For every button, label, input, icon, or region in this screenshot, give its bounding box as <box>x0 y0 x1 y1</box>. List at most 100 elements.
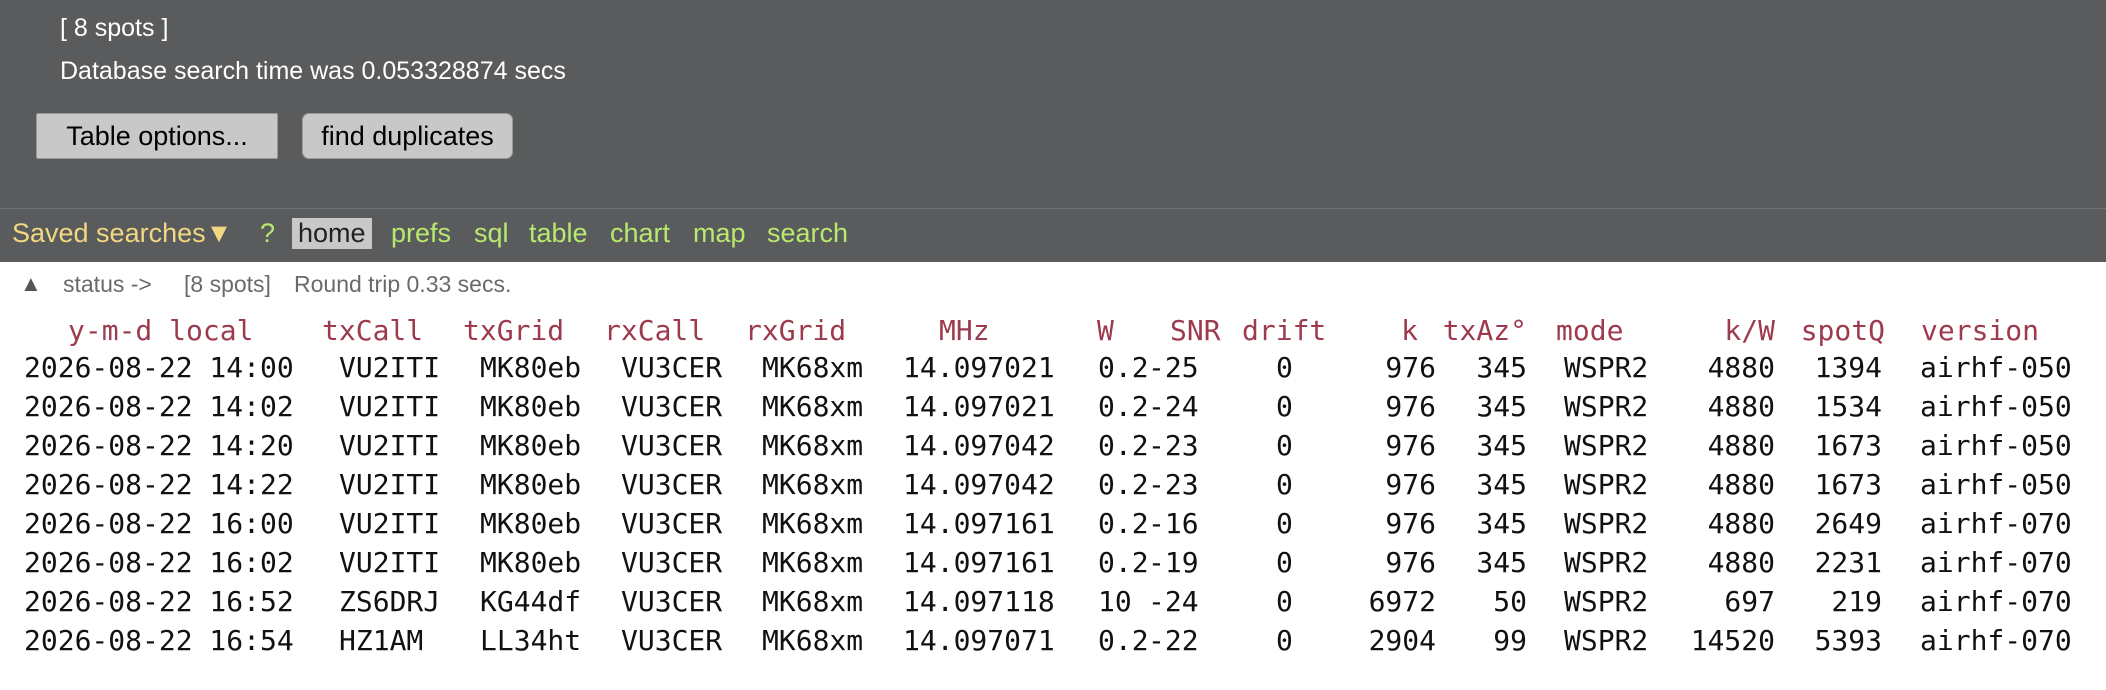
find-duplicates-button[interactable]: find duplicates <box>302 113 513 159</box>
nav-search[interactable]: search <box>767 218 848 249</box>
table-cell: 1673 <box>1814 468 1882 501</box>
table-cell: 976 <box>1385 546 1436 579</box>
status-round-trip: Round trip 0.33 secs. <box>294 271 512 297</box>
table-cell: VU3CER <box>621 624 723 657</box>
table-row: 2026-08-22 16:02 VU2ITI MK80eb VU3CER MK68xm… <box>0 546 2106 585</box>
saved-searches-menu[interactable]: Saved searches▼ <box>12 218 232 249</box>
table-cell: 6972 <box>1368 585 1436 618</box>
column-header[interactable]: rxGrid <box>745 314 846 347</box>
results-summary-panel: [ 8 spots ] Database search time was 0.0… <box>0 0 2106 208</box>
table-options-button[interactable]: Table options... <box>36 113 278 159</box>
table-cell: WSPR2 <box>1564 468 1649 501</box>
collapse-caret-icon[interactable]: ▲ <box>20 271 42 297</box>
table-cell: MK80eb <box>480 429 582 462</box>
table-cell: airhf-050 <box>1920 390 2072 423</box>
table-cell: 0 <box>1276 429 1293 462</box>
table-cell: 1673 <box>1814 429 1882 462</box>
table-cell: LL34ht <box>480 624 582 657</box>
table-cell: WSPR2 <box>1564 351 1649 384</box>
column-header[interactable]: version <box>1921 314 2039 347</box>
table-cell: 2026-08-22 14:00 <box>24 351 294 384</box>
table-cell: MK80eb <box>480 507 582 540</box>
table-cell: VU2ITI <box>339 546 441 579</box>
table-cell: 0.2 <box>1098 546 1149 579</box>
column-header[interactable]: spotQ <box>1801 314 1885 347</box>
nav-bar: Saved searches▼ ? home prefs sql table c… <box>0 208 2106 262</box>
table-cell: 14.097071 <box>903 624 1055 657</box>
table-cell: 0.2 <box>1098 390 1149 423</box>
table-cell: MK68xm <box>762 468 864 501</box>
table-row: 2026-08-22 14:02 VU2ITI MK80eb VU3CER MK68xm… <box>0 390 2106 429</box>
table-cell: 2026-08-22 16:52 <box>24 585 294 618</box>
table-cell: MK68xm <box>762 390 864 423</box>
column-header[interactable]: txCall <box>322 314 423 347</box>
table-row: 2026-08-22 14:00 VU2ITI MK80eb VU3CER MK68xm… <box>0 351 2106 390</box>
table-cell: -24 <box>1148 390 1199 423</box>
table-cell: 14.097161 <box>903 507 1055 540</box>
table-cell: 14.097042 <box>903 468 1055 501</box>
column-header[interactable]: txGrid <box>463 314 564 347</box>
table-cell: VU3CER <box>621 585 723 618</box>
table-cell: 2026-08-22 14:02 <box>24 390 294 423</box>
table-cell: VU2ITI <box>339 390 441 423</box>
table-cell: WSPR2 <box>1564 390 1649 423</box>
table-cell: airhf-050 <box>1920 429 2072 462</box>
table-cell: MK68xm <box>762 429 864 462</box>
table-cell: WSPR2 <box>1564 624 1649 657</box>
status-spots: [8 spots] <box>184 271 271 297</box>
table-cell: VU2ITI <box>339 351 441 384</box>
column-header[interactable]: SNR <box>1170 314 1221 347</box>
table-cell: -16 <box>1148 507 1199 540</box>
nav-table[interactable]: table <box>529 218 588 249</box>
column-header[interactable]: mode <box>1556 314 1623 347</box>
table-cell: -24 <box>1148 585 1199 618</box>
table-cell: VU2ITI <box>339 429 441 462</box>
nav-prefs[interactable]: prefs <box>391 218 451 249</box>
table-cell: 2026-08-22 16:02 <box>24 546 294 579</box>
table-cell: 1534 <box>1814 390 1882 423</box>
column-header[interactable]: k <box>1401 314 1418 347</box>
table-cell: VU3CER <box>621 429 723 462</box>
spot-count: [ 8 spots ] <box>60 14 169 42</box>
table-cell: 0 <box>1276 468 1293 501</box>
table-cell: 14.097021 <box>903 390 1055 423</box>
table-cell: 2231 <box>1814 546 1882 579</box>
table-cell: 2649 <box>1814 507 1882 540</box>
table-cell: 14.097118 <box>903 585 1055 618</box>
column-header[interactable]: drift <box>1242 314 1326 347</box>
column-header[interactable]: y-m-d local <box>68 314 253 347</box>
status-bar: ▲ status -> [8 spots] Round trip 0.33 se… <box>0 261 2106 303</box>
column-header[interactable]: txAz° <box>1443 314 1527 347</box>
table-cell: 2026-08-22 16:00 <box>24 507 294 540</box>
help-link[interactable]: ? <box>260 218 275 249</box>
table-cell: 0 <box>1276 585 1293 618</box>
table-cell: 219 <box>1831 585 1882 618</box>
column-header[interactable]: MHz <box>939 314 990 347</box>
table-cell: VU2ITI <box>339 507 441 540</box>
table-row: 2026-08-22 14:20 VU2ITI MK80eb VU3CER MK68xm… <box>0 429 2106 468</box>
nav-home[interactable]: home <box>292 218 372 249</box>
table-cell: WSPR2 <box>1564 546 1649 579</box>
table-cell: 0.2 <box>1098 624 1149 657</box>
table-cell: 4880 <box>1707 429 1775 462</box>
table-cell: -19 <box>1148 546 1199 579</box>
table-cell: -25 <box>1148 351 1199 384</box>
nav-map[interactable]: map <box>693 218 746 249</box>
table-cell: airhf-070 <box>1920 546 2072 579</box>
table-cell: KG44df <box>480 585 582 618</box>
nav-sql[interactable]: sql <box>474 218 509 249</box>
table-header-row: y-m-d local txCall txGrid rxCall rxGrid MHz W S… <box>0 312 2106 351</box>
table-cell: VU3CER <box>621 468 723 501</box>
table-row: 2026-08-22 16:52 ZS6DRJ KG44df VU3CER MK68xm… <box>0 585 2106 624</box>
table-cell: 14520 <box>1690 624 1775 657</box>
nav-chart[interactable]: chart <box>610 218 670 249</box>
table-cell: 976 <box>1385 390 1436 423</box>
column-header[interactable]: k/W <box>1724 314 1775 347</box>
table-cell: 697 <box>1724 585 1775 618</box>
table-cell: 976 <box>1385 468 1436 501</box>
table-cell: VU2ITI <box>339 468 441 501</box>
table-cell: WSPR2 <box>1564 429 1649 462</box>
column-header[interactable]: W <box>1097 314 1114 347</box>
column-header[interactable]: rxCall <box>604 314 705 347</box>
search-time: Database search time was 0.053328874 sec… <box>60 57 566 85</box>
